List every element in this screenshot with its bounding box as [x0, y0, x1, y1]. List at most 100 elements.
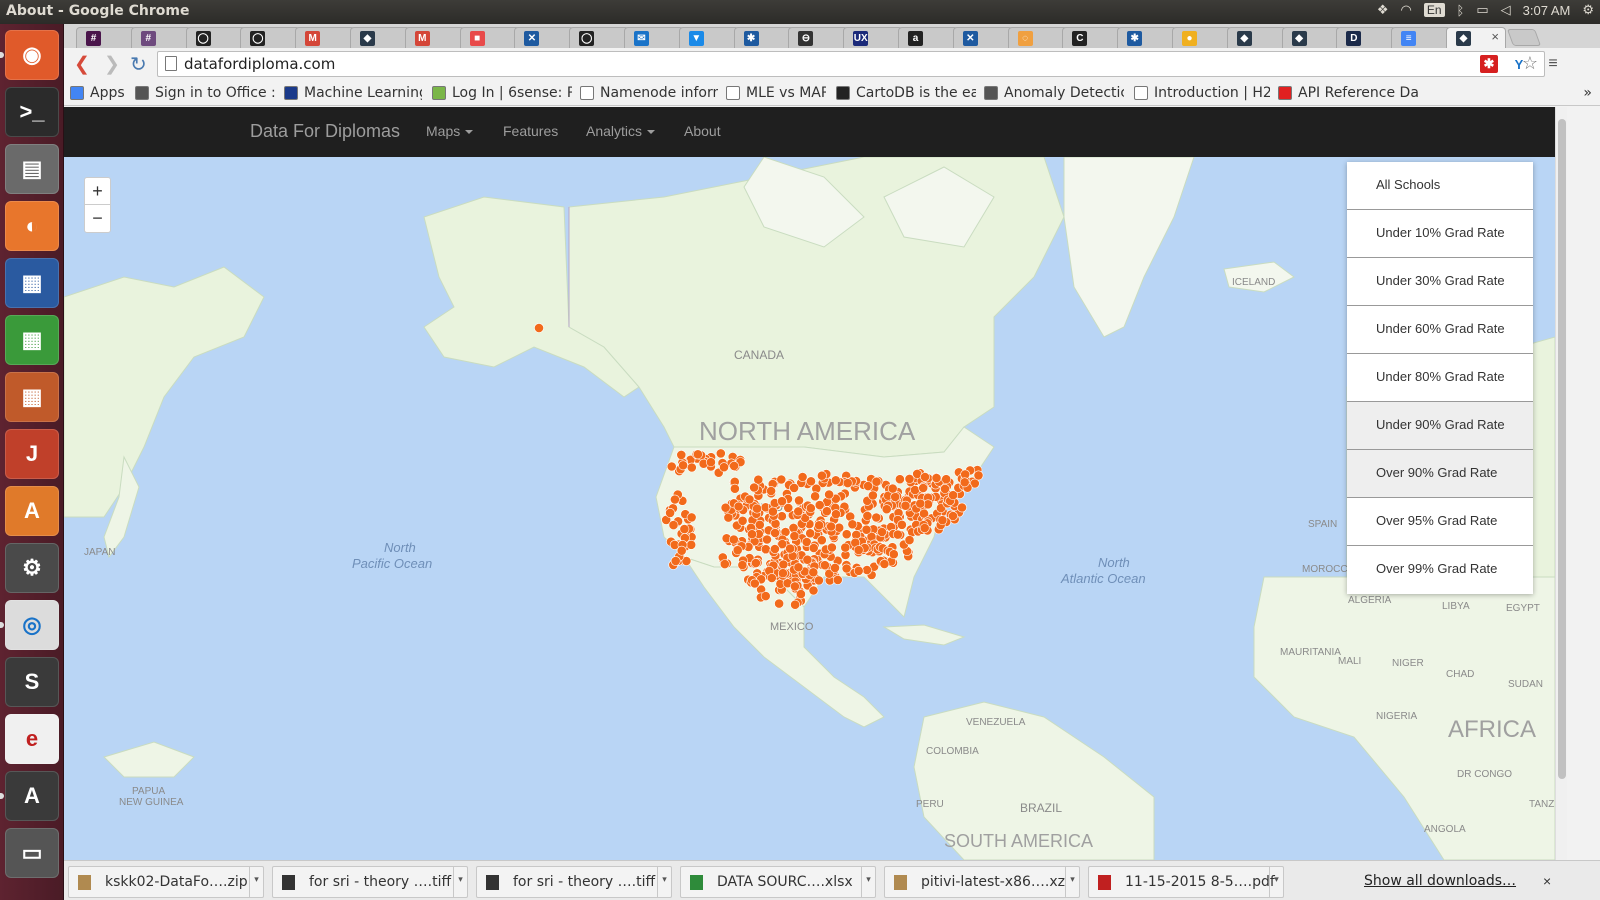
school-marker[interactable]	[810, 491, 820, 502]
school-marker[interactable]	[897, 519, 907, 530]
download-item[interactable]: DATA SOURC….xlsx ▾	[680, 866, 876, 898]
map-canvas[interactable]: CANADA NORTH AMERICA UNITED MEXICO North…	[64, 156, 1555, 860]
impress-icon[interactable]: ▦	[5, 372, 59, 422]
school-marker[interactable]	[796, 589, 806, 599]
school-marker[interactable]	[790, 599, 800, 610]
bookmark-item[interactable]: Log In | 6sense: P	[432, 83, 572, 103]
school-marker[interactable]	[752, 503, 762, 514]
school-marker[interactable]	[749, 482, 759, 493]
school-marker[interactable]	[693, 449, 703, 460]
software-center-icon[interactable]: A	[5, 486, 59, 536]
school-marker[interactable]	[847, 519, 858, 530]
school-marker[interactable]	[868, 490, 878, 501]
school-marker[interactable]	[853, 565, 864, 576]
browser-tab[interactable]: ✱	[733, 27, 794, 48]
bookmark-item[interactable]: Machine Learning	[284, 83, 422, 103]
school-marker[interactable]	[890, 491, 901, 502]
download-options-icon[interactable]: ▾	[1065, 867, 1079, 897]
browser-tab[interactable]: ◆	[1281, 27, 1342, 48]
school-marker[interactable]	[814, 520, 824, 531]
school-marker[interactable]	[959, 477, 970, 488]
school-marker[interactable]	[937, 515, 948, 526]
school-marker[interactable]	[670, 556, 681, 566]
school-marker[interactable]	[808, 543, 819, 553]
browser-tab[interactable]: ■	[459, 27, 520, 48]
school-marker[interactable]	[728, 534, 739, 545]
school-marker[interactable]	[789, 482, 799, 493]
bookmark-item[interactable]: CartoDB is the ea	[836, 83, 976, 103]
school-marker[interactable]	[706, 457, 716, 468]
school-marker[interactable]	[729, 460, 739, 471]
school-marker[interactable]	[830, 562, 840, 573]
browser-tab[interactable]: ▼	[678, 27, 739, 48]
zoom-out-button[interactable]: −	[85, 205, 110, 232]
school-marker[interactable]	[904, 535, 915, 545]
school-marker[interactable]	[973, 470, 984, 481]
school-marker[interactable]	[778, 559, 789, 570]
school-marker[interactable]	[826, 521, 836, 532]
school-marker[interactable]	[853, 545, 864, 555]
scrollbar-thumb[interactable]	[1558, 119, 1566, 779]
download-item[interactable]: for sri - theory ….tiff ▾	[476, 866, 672, 898]
volume-icon[interactable]: ◁	[1501, 2, 1511, 18]
school-marker[interactable]	[751, 558, 761, 568]
school-marker[interactable]	[820, 560, 830, 571]
close-downloads-bar-button[interactable]: ×	[1543, 873, 1551, 889]
ebook-reader-icon[interactable]: e	[5, 714, 59, 764]
school-marker[interactable]	[841, 529, 852, 540]
school-marker[interactable]	[830, 475, 841, 486]
school-marker[interactable]	[920, 472, 930, 482]
school-marker[interactable]	[808, 585, 819, 596]
browser-tab[interactable]: #	[130, 27, 191, 48]
filter-option[interactable]: Over 99% Grad Rate	[1347, 546, 1533, 594]
school-marker[interactable]	[790, 581, 800, 592]
wifi-icon[interactable]: ◠	[1401, 2, 1412, 18]
school-marker[interactable]	[822, 506, 832, 517]
zoom-in-button[interactable]: +	[85, 178, 110, 205]
writer-icon[interactable]: ▦	[5, 258, 59, 308]
bookmark-item[interactable]: API Reference Da	[1278, 83, 1418, 103]
extension-icon[interactable]: ✱	[1480, 55, 1498, 73]
system-settings-icon[interactable]: ⚙	[5, 543, 59, 593]
nav-features[interactable]: Features	[503, 123, 558, 139]
download-options-icon[interactable]: ▾	[657, 867, 671, 897]
school-marker[interactable]	[871, 512, 882, 523]
school-marker[interactable]	[863, 481, 873, 491]
bookmark-item[interactable]: MLE vs MAP	[726, 83, 826, 103]
browser-tab[interactable]: ◆ ×	[1446, 27, 1506, 48]
browser-tab[interactable]: a	[898, 27, 958, 48]
extension-icon[interactable]: Y	[1510, 55, 1528, 73]
bookmark-item[interactable]: Sign in to Office :	[135, 83, 275, 103]
school-marker[interactable]	[774, 598, 784, 609]
scanner-icon[interactable]: ▭	[5, 828, 59, 878]
school-marker[interactable]	[931, 473, 942, 483]
battery-icon[interactable]: ▭	[1476, 2, 1488, 18]
sublime-text-icon[interactable]: S	[5, 657, 59, 707]
school-marker[interactable]	[793, 562, 804, 573]
bookmark-item[interactable]: Anomaly Detectic	[984, 83, 1124, 103]
school-marker[interactable]	[733, 501, 744, 512]
school-marker[interactable]	[715, 448, 726, 459]
browser-tab[interactable]: ✉	[624, 27, 684, 48]
reload-icon[interactable]: ↻	[130, 52, 147, 77]
school-marker[interactable]	[668, 520, 679, 530]
school-marker[interactable]	[802, 554, 813, 565]
school-marker[interactable]	[918, 483, 929, 493]
bluetooth-icon[interactable]: ᛒ	[1457, 3, 1465, 18]
browser-tab[interactable]: ✱	[1117, 27, 1178, 48]
school-marker[interactable]	[957, 502, 967, 513]
school-marker[interactable]	[834, 522, 845, 533]
filter-option[interactable]: Under 30% Grad Rate	[1347, 258, 1533, 306]
download-item[interactable]: for sri - theory ….tiff ▾	[272, 866, 468, 898]
filter-option[interactable]: Under 60% Grad Rate	[1347, 306, 1533, 354]
intellij-icon[interactable]: J	[5, 429, 59, 479]
school-marker[interactable]	[770, 528, 780, 538]
school-marker[interactable]	[762, 534, 772, 545]
school-marker[interactable]	[676, 449, 687, 460]
school-marker[interactable]	[793, 506, 804, 517]
school-marker[interactable]	[814, 575, 824, 586]
browser-tab[interactable]: ●	[1172, 27, 1232, 48]
download-options-icon[interactable]: ▾	[861, 867, 875, 897]
map[interactable]: CANADA NORTH AMERICA UNITED MEXICO North…	[64, 156, 1555, 860]
filter-option[interactable]: Under 90% Grad Rate	[1347, 402, 1533, 450]
